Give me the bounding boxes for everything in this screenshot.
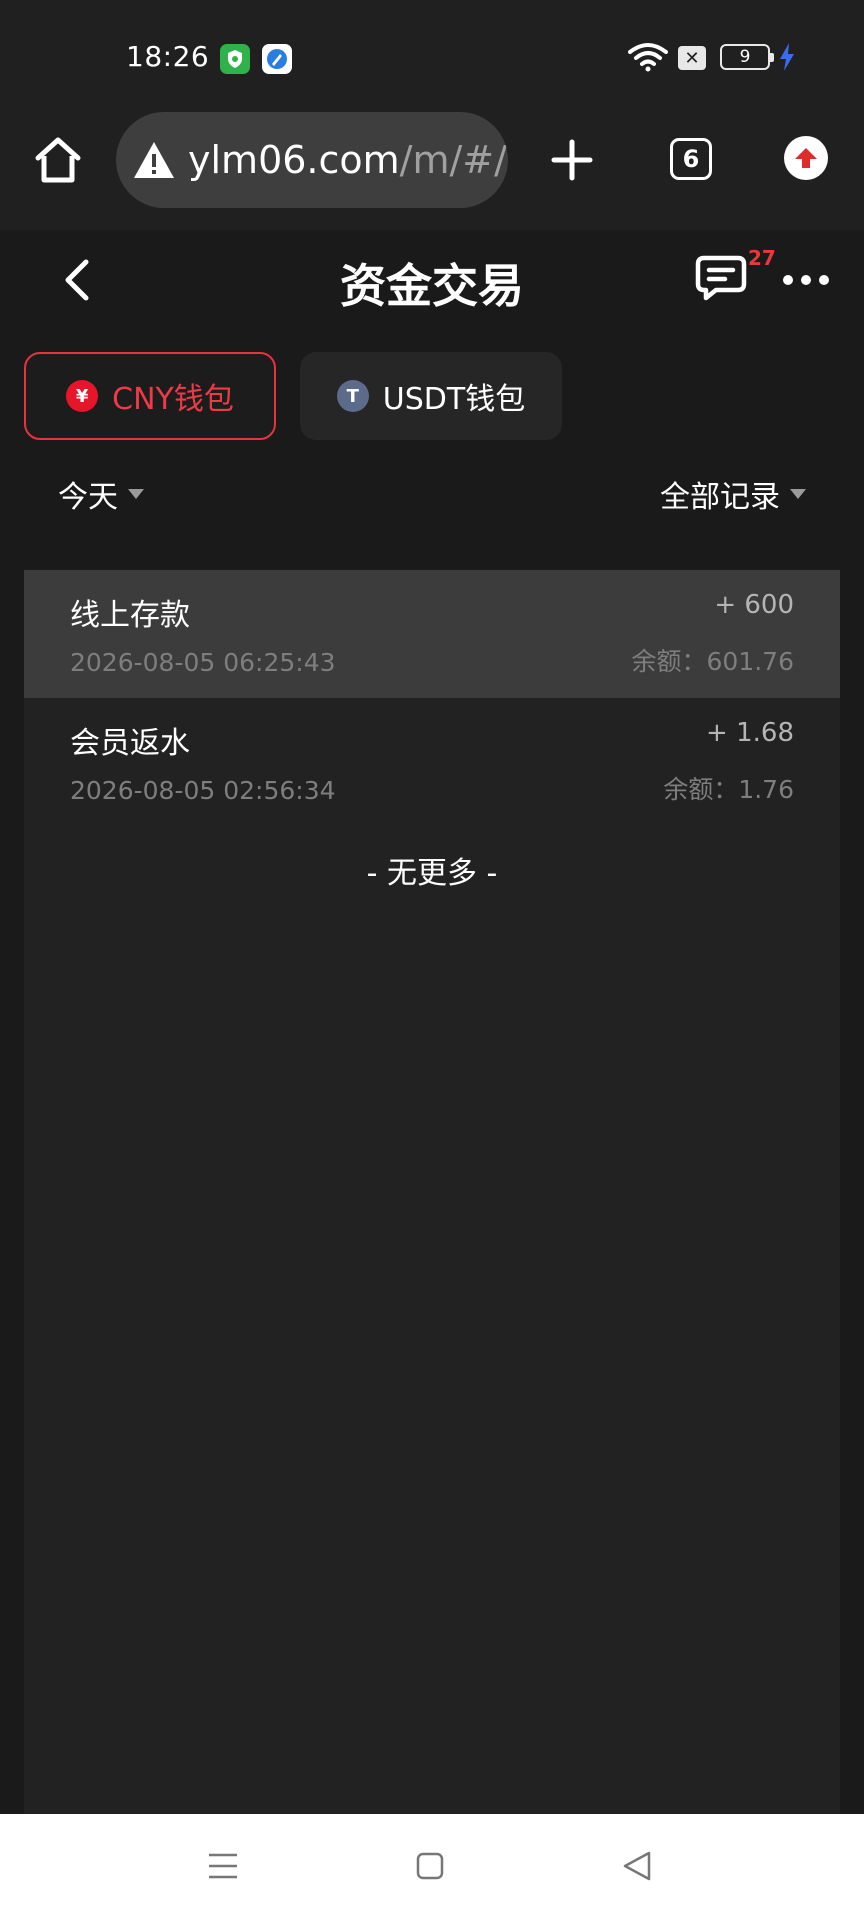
x-notification-icon: ✕	[678, 46, 706, 70]
home-icon[interactable]	[32, 134, 84, 186]
address-bar[interactable]: ylm06.com/m/#/r	[116, 112, 508, 208]
url-domain: ylm06.com	[188, 138, 400, 182]
no-more-footer: - 无更多 -	[366, 856, 498, 891]
transaction-list: 线上存款 2026-08-05 06:25:43 + 600 余额：601.76…	[24, 570, 840, 1814]
transaction-amount: + 1.68	[706, 718, 794, 748]
charging-bolt-icon	[778, 42, 796, 76]
wifi-icon	[628, 42, 668, 76]
more-options-icon[interactable]	[780, 270, 832, 290]
warning-icon[interactable]	[132, 140, 176, 180]
transaction-title: 会员返水	[70, 726, 190, 761]
browser-toolbar: ylm06.com/m/#/r 6	[0, 108, 864, 230]
new-tab-button[interactable]	[548, 136, 596, 184]
back-nav-icon[interactable]	[622, 1850, 652, 1882]
tab-usdt-wallet-label: USDT钱包	[382, 382, 526, 417]
browser-app-icon	[262, 44, 292, 74]
status-time: 18:26	[126, 40, 210, 73]
message-icon[interactable]	[694, 252, 748, 304]
url-path: /m/#/r	[399, 138, 508, 182]
tab-usdt-wallet[interactable]: T USDT钱包	[300, 352, 562, 440]
shield-app-icon	[220, 44, 250, 74]
message-count-badge: 27	[748, 246, 776, 270]
caret-down-icon	[790, 489, 806, 499]
tab-cny-wallet-label: CNY钱包	[112, 382, 234, 417]
record-type-label: 全部记录	[660, 480, 780, 515]
transaction-time: 2026-08-05 06:25:43	[70, 648, 336, 677]
transaction-balance: 余额：1.76	[663, 775, 794, 804]
transaction-amount: + 600	[714, 590, 794, 620]
list-item[interactable]: 会员返水 2026-08-05 02:56:34 + 1.68 余额：1.76	[24, 698, 840, 826]
page-header: 资金交易 27	[0, 230, 864, 330]
system-navigation-bar	[0, 1814, 864, 1920]
transaction-time: 2026-08-05 02:56:34	[70, 776, 336, 805]
status-bar: 18:26 ✕ 9	[0, 0, 864, 108]
date-filter-label: 今天	[58, 480, 118, 515]
url-text[interactable]: ylm06.com/m/#/r	[188, 138, 508, 182]
tether-coin-icon: T	[336, 380, 369, 412]
upload-icon[interactable]	[784, 136, 828, 180]
transaction-balance: 余额：601.76	[631, 647, 794, 676]
date-filter-dropdown[interactable]: 今天	[58, 472, 144, 516]
transaction-title: 线上存款	[70, 598, 190, 633]
tab-count-button[interactable]: 6	[670, 138, 712, 180]
record-type-dropdown[interactable]: 全部记录	[660, 472, 806, 516]
tab-cny-wallet[interactable]: ¥ CNY钱包	[24, 352, 276, 440]
caret-down-icon	[128, 489, 144, 499]
home-nav-icon[interactable]	[416, 1852, 444, 1880]
battery-icon: 9	[720, 44, 774, 70]
yuan-coin-icon: ¥	[66, 380, 99, 412]
recent-apps-icon[interactable]	[208, 1852, 238, 1880]
list-item[interactable]: 线上存款 2026-08-05 06:25:43 + 600 余额：601.76	[24, 570, 840, 698]
